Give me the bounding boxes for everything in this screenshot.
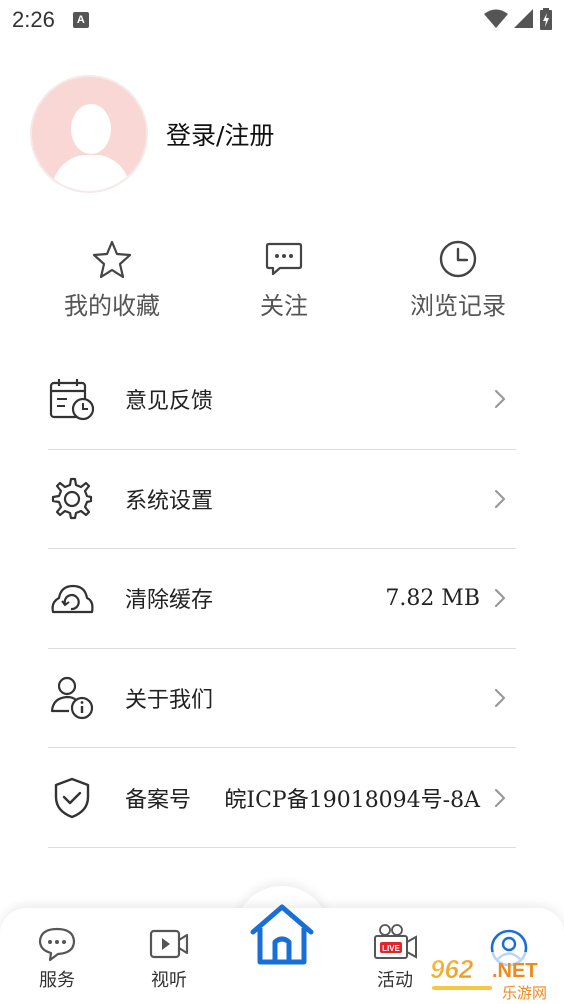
menu-icp[interactable]: 备案号 皖ICP备19018094号-8A [48, 748, 516, 848]
menu-feedback-label: 意见反馈 [125, 389, 214, 415]
chevron-right-icon [494, 688, 506, 708]
profile-header[interactable]: 登录/注册 [30, 75, 534, 193]
status-indicators [484, 8, 552, 30]
avatar[interactable] [30, 75, 148, 193]
watermark-logo: 962 .NET 乐游网 [424, 952, 564, 1004]
menu-icp-label: 备案号 [125, 787, 192, 813]
video-icon [149, 929, 189, 959]
battery-icon [540, 8, 552, 30]
svg-text:LIVE: LIVE [382, 944, 400, 953]
chevron-right-icon [494, 589, 506, 608]
menu-about-label: 关于我们 [125, 688, 214, 714]
home-icon [250, 904, 314, 965]
live-camera-icon: LIVE [374, 924, 417, 959]
icp-number-value: 皖ICP备19018094号-8A [224, 787, 480, 813]
tab-video-label: 视听 [151, 970, 187, 991]
svg-text:962: 962 [430, 954, 474, 984]
quick-favorites-label: 我的收藏 [64, 292, 160, 320]
tab-video[interactable]: 视听 [146, 926, 192, 992]
chevron-right-icon [494, 489, 506, 508]
cloud-refresh-icon [48, 574, 96, 622]
shield-check-icon [48, 774, 96, 822]
cache-size-value: 7.82 MB [385, 585, 480, 611]
chevron-right-icon [494, 390, 506, 409]
chat-bubble-icon [265, 242, 303, 276]
star-icon [92, 240, 132, 279]
quick-history[interactable]: 浏览记录 [396, 238, 520, 321]
svg-text:乐游网: 乐游网 [502, 984, 547, 1002]
quick-history-label: 浏览记录 [410, 292, 506, 320]
gear-icon [48, 475, 96, 523]
user-info-icon [48, 674, 96, 722]
status-time: 2:26 [12, 7, 55, 32]
wifi-icon [484, 9, 508, 28]
notification-icon: A [72, 12, 89, 28]
tab-activity[interactable]: LIVE 活动 [370, 924, 420, 992]
tab-home[interactable] [247, 902, 317, 966]
calendar-clock-icon [48, 375, 96, 423]
login-register-link[interactable]: 登录/注册 [166, 116, 274, 152]
tab-activity-label: 活动 [377, 970, 413, 991]
menu-settings[interactable]: 系统设置 [48, 450, 516, 550]
quick-favorites[interactable]: 我的收藏 [52, 238, 172, 321]
settings-menu: 意见反馈 系统设置 清除缓存 7.82 MB 关于我们 备案号 皖ICP备190… [48, 350, 516, 848]
menu-about[interactable]: 关于我们 [48, 649, 516, 749]
tab-service[interactable]: 服务 [34, 926, 80, 992]
menu-clear-cache[interactable]: 清除缓存 7.82 MB [48, 549, 516, 649]
signal-icon [514, 9, 533, 28]
menu-settings-label: 系统设置 [125, 488, 214, 514]
quick-follow[interactable]: 关注 [224, 238, 344, 321]
svg-text:.NET: .NET [492, 960, 538, 982]
menu-feedback[interactable]: 意见反馈 [48, 350, 516, 450]
clock-icon [439, 240, 477, 278]
quick-follow-label: 关注 [260, 292, 308, 320]
chat-bubbles-icon [38, 927, 76, 962]
status-bar: 2:26 A [0, 0, 564, 40]
default-avatar-icon [50, 104, 132, 191]
menu-clear-cache-label: 清除缓存 [125, 588, 214, 614]
chevron-right-icon [494, 788, 506, 807]
tab-service-label: 服务 [39, 970, 75, 991]
quick-actions: 我的收藏 关注 浏览记录 [0, 238, 564, 328]
